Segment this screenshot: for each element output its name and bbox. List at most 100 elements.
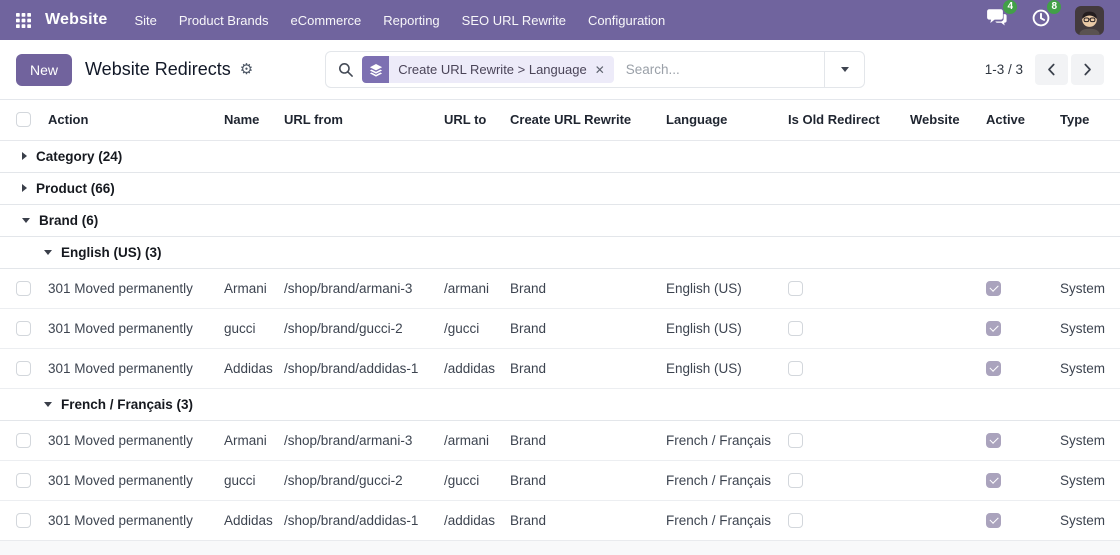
group-row[interactable]: Brand (6) [0, 204, 1120, 237]
cell-create-url-rewrite: Brand [502, 348, 658, 389]
chevron-right-icon [1084, 63, 1091, 76]
table-row[interactable]: 301 Moved permanently gucci/shop/brand/gu… [0, 308, 1120, 349]
user-avatar[interactable] [1075, 5, 1104, 35]
activities-button[interactable]: 8 [1031, 0, 1061, 33]
column-header-url-from[interactable]: URL from [276, 100, 436, 141]
bottom-strip [0, 540, 1120, 555]
facet-label: Create URL Rewrite > Language [398, 62, 587, 77]
nav-menu-reporting[interactable]: Reporting [372, 0, 450, 40]
cell-name: Armani [216, 268, 276, 309]
cell-name: Addidas [216, 348, 276, 389]
apps-grid-icon[interactable] [16, 12, 31, 28]
row-select-checkbox[interactable] [16, 320, 31, 336]
nav-menu-seo-url-rewrite[interactable]: SEO URL Rewrite [451, 0, 577, 40]
nav-menus: Site Product Brands eCommerce Reporting SEO … [123, 0, 676, 40]
pager-next-button[interactable] [1071, 54, 1104, 85]
cell-action: 301 Moved permanently [40, 268, 216, 309]
search-bar[interactable]: Create URL Rewrite > Language ✕ [325, 51, 866, 88]
cell-website [902, 460, 978, 501]
search-facet-groupby: Create URL Rewrite > Language ✕ [362, 56, 614, 83]
cell-create-url-rewrite: Brand [502, 460, 658, 501]
cell-url-to: /addidas [436, 348, 502, 389]
row-select-checkbox[interactable] [16, 512, 31, 528]
pager-range: 1-3 / 3 [984, 62, 1023, 77]
column-header-url-to[interactable]: URL to [436, 100, 502, 141]
active-checkbox [986, 432, 1001, 448]
column-header-type[interactable]: Type [1052, 100, 1120, 141]
cell-type: System [1052, 268, 1120, 309]
is-old-redirect-checkbox [788, 512, 803, 528]
row-select-checkbox[interactable] [16, 472, 31, 488]
is-old-redirect-checkbox [788, 432, 803, 448]
active-checkbox [986, 472, 1001, 488]
table-row[interactable]: 301 Moved permanently Armani/shop/brand/a… [0, 420, 1120, 461]
pager-previous-button[interactable] [1035, 54, 1068, 85]
facet-remove-icon[interactable]: ✕ [595, 64, 605, 76]
cell-website [902, 420, 978, 461]
group-row[interactable]: Category (24) [0, 140, 1120, 173]
table-row[interactable]: 301 Moved permanently gucci/shop/brand/gu… [0, 460, 1120, 501]
is-old-redirect-checkbox [788, 320, 803, 336]
active-checkbox [986, 360, 1001, 376]
table-row[interactable]: 301 Moved permanently Addidas/shop/brand/… [0, 500, 1120, 540]
column-header-language[interactable]: Language [658, 100, 780, 141]
search-options-toggle[interactable] [824, 52, 864, 87]
cell-language: English (US) [658, 308, 780, 349]
cell-url-from: /shop/brand/gucci-2 [276, 308, 436, 349]
cell-name: Armani [216, 420, 276, 461]
messages-button[interactable]: 4 [986, 0, 1017, 32]
nav-menu-site[interactable]: Site [123, 0, 167, 40]
cell-url-from: /shop/brand/gucci-2 [276, 460, 436, 501]
caret-right-icon [22, 184, 27, 193]
cell-name: gucci [216, 460, 276, 501]
cell-website [902, 348, 978, 389]
column-header-create-url-rewrite[interactable]: Create URL Rewrite [502, 100, 658, 141]
active-checkbox [986, 512, 1001, 528]
search-icon [338, 62, 354, 78]
cell-create-url-rewrite: Brand [502, 268, 658, 309]
group-label: Category (24) [36, 148, 123, 164]
caret-down-icon [22, 217, 30, 223]
actions-gear-icon[interactable]: ⚙ [240, 62, 253, 77]
row-select-checkbox[interactable] [16, 432, 31, 448]
activities-count-badge: 8 [1047, 0, 1061, 14]
column-header-name[interactable]: Name [216, 100, 276, 141]
group-row[interactable]: English (US) (3) [0, 236, 1120, 269]
messages-count-badge: 4 [1003, 0, 1017, 14]
cell-name: Addidas [216, 500, 276, 540]
table-row[interactable]: 301 Moved permanently Armani/shop/brand/a… [0, 268, 1120, 309]
caret-right-icon [22, 152, 27, 161]
row-select-checkbox[interactable] [16, 280, 31, 296]
group-label: French / Français (3) [61, 396, 194, 412]
nav-menu-configuration[interactable]: Configuration [577, 0, 676, 40]
new-button[interactable]: New [16, 53, 73, 86]
active-checkbox [986, 320, 1001, 336]
app-brand[interactable]: Website [45, 11, 107, 29]
cell-url-to: /gucci [436, 460, 502, 501]
redirects-table: Action Name URL from URL to Create URL R… [0, 100, 1120, 540]
group-row[interactable]: French / Français (3) [0, 388, 1120, 421]
cell-website [902, 268, 978, 309]
row-select-checkbox[interactable] [16, 360, 31, 376]
column-header-website[interactable]: Website [902, 100, 978, 141]
column-header-action[interactable]: Action [40, 100, 216, 141]
group-row[interactable]: Product (66) [0, 172, 1120, 205]
cell-type: System [1052, 420, 1120, 461]
nav-menu-ecommerce[interactable]: eCommerce [279, 0, 372, 40]
search-input[interactable] [623, 61, 825, 78]
cell-language: French / Français [658, 460, 780, 501]
column-header-is-old-redirect[interactable]: Is Old Redirect [780, 100, 902, 141]
column-header-active[interactable]: Active [978, 100, 1052, 141]
caret-down-icon [44, 249, 52, 255]
cell-type: System [1052, 348, 1120, 389]
control-panel: New Website Redirects ⚙ Create URL Rewri… [0, 40, 1120, 100]
cell-language: French / Français [658, 500, 780, 540]
nav-menu-product-brands[interactable]: Product Brands [168, 0, 280, 40]
select-all-checkbox[interactable] [16, 112, 31, 128]
cell-type: System [1052, 308, 1120, 349]
cell-create-url-rewrite: Brand [502, 500, 658, 540]
table-row[interactable]: 301 Moved permanently Addidas/shop/brand/… [0, 348, 1120, 389]
is-old-redirect-checkbox [788, 280, 803, 296]
is-old-redirect-checkbox [788, 472, 803, 488]
active-checkbox [986, 280, 1001, 296]
